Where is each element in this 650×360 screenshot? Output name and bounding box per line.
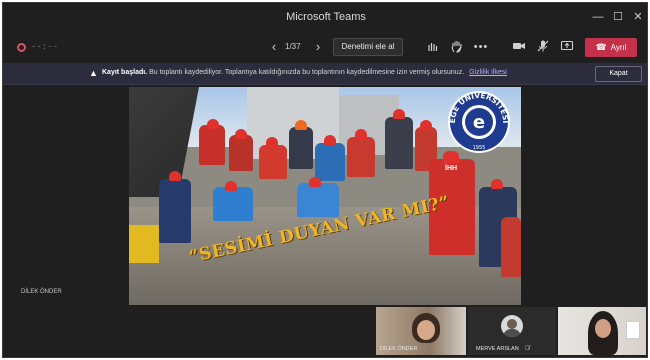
banner-message: Kayıt başladı. Bu toplantı kaydediliyor.… — [102, 69, 507, 76]
participant-name: MERVE ARSLAN — [476, 346, 519, 352]
camera-icon[interactable] — [511, 39, 527, 55]
rescuer-helmet — [207, 119, 219, 129]
meeting-timer: --:-- — [31, 42, 59, 52]
participant-video-face — [595, 319, 611, 338]
rescuer-helmet — [266, 137, 278, 147]
phone-hangup-icon: ☎ — [595, 42, 607, 52]
rescuer-figure — [259, 145, 287, 179]
rescuer-figure — [501, 217, 521, 277]
rescuer-helmet — [235, 129, 247, 139]
yellow-equipment — [129, 225, 159, 263]
close-icon[interactable]: ✕ — [629, 9, 647, 25]
rescuer-helmet — [295, 120, 307, 130]
rescuer-figure — [385, 117, 413, 169]
logo-year: 1955 — [473, 145, 486, 151]
participant-tile[interactable]: MERVE ARSLAN 🎙̸ — [468, 307, 556, 355]
microphone-muted-icon: 🎙̸ — [525, 346, 530, 352]
rescuer-helmet — [393, 109, 405, 119]
banner-text: Bu toplantı kaydediliyor. Toplantıya kat… — [149, 69, 465, 76]
rescuer-figure — [229, 135, 253, 171]
take-control-button[interactable]: Denetimi ele al — [333, 38, 403, 56]
rescuer-figure — [159, 179, 191, 243]
shared-content-image: İHH EGE ÜNİVERSİTESİ e 1955 “SESİMİ DUYA… — [129, 87, 521, 305]
maximize-icon[interactable]: ☐ — [609, 9, 627, 25]
previous-page-button[interactable]: ‹ — [267, 39, 281, 55]
background-window — [626, 321, 640, 339]
participant-tile[interactable]: DİLEK ÖNDER — [376, 307, 466, 355]
title-bar: Microsoft Teams — ☐ ✕ — [3, 3, 647, 33]
rescuer-helmet — [225, 181, 237, 191]
more-options-icon[interactable]: ••• — [473, 39, 489, 55]
participant-tile[interactable] — [558, 307, 646, 355]
rescuer-helmet — [491, 179, 503, 189]
logo-letter: e — [473, 112, 485, 133]
teams-window: Microsoft Teams — ☐ ✕ --:-- ‹ 1/37 › Den… — [2, 2, 648, 358]
banner-title: Kayıt başladı. — [102, 69, 148, 76]
rescuer-helmet — [309, 177, 321, 187]
rescuer-helmet — [169, 171, 181, 181]
leave-label: Ayrıl — [610, 43, 627, 52]
close-banner-button[interactable]: Kapat — [595, 66, 642, 82]
minimize-icon[interactable]: — — [589, 9, 607, 25]
university-logo: EGE ÜNİVERSİTESİ e 1955 — [448, 91, 510, 153]
rescuer-helmet — [324, 135, 336, 145]
rescuer-figure — [315, 143, 345, 181]
leave-button[interactable]: ☎ Ayrıl — [585, 38, 637, 57]
raise-hand-icon[interactable] — [449, 39, 465, 55]
share-screen-icon[interactable] — [559, 39, 575, 55]
next-page-button[interactable]: › — [311, 39, 325, 55]
presenter-name: DİLEK ÖNDER — [21, 289, 62, 295]
rescuer-figure — [199, 125, 225, 165]
participant-name: DİLEK ÖNDER — [380, 346, 418, 352]
recording-icon — [17, 43, 26, 52]
reactions-icon[interactable] — [425, 39, 441, 55]
rescuer-helmet — [420, 120, 432, 130]
rescuer-figure — [213, 187, 253, 221]
participant-video-face — [417, 320, 435, 340]
microphone-muted-icon[interactable] — [535, 39, 551, 55]
page-counter: 1/37 — [285, 42, 301, 51]
recording-banner: ▲ Kayıt başladı. Bu toplantı kaydediliyo… — [3, 63, 647, 85]
meeting-toolbar: --:-- ‹ 1/37 › Denetimi ele al ••• ☎ Ayrı… — [3, 33, 647, 63]
window-title: Microsoft Teams — [286, 11, 366, 23]
avatar — [501, 315, 523, 337]
warning-icon: ▲ — [89, 68, 98, 78]
rescuer-helmet — [355, 129, 367, 139]
privacy-policy-link[interactable]: Gizlilik ilkesi — [469, 69, 507, 76]
rescuer-figure — [289, 127, 313, 169]
rescuer-figure — [347, 137, 375, 177]
vest-text: İHH — [445, 165, 458, 172]
